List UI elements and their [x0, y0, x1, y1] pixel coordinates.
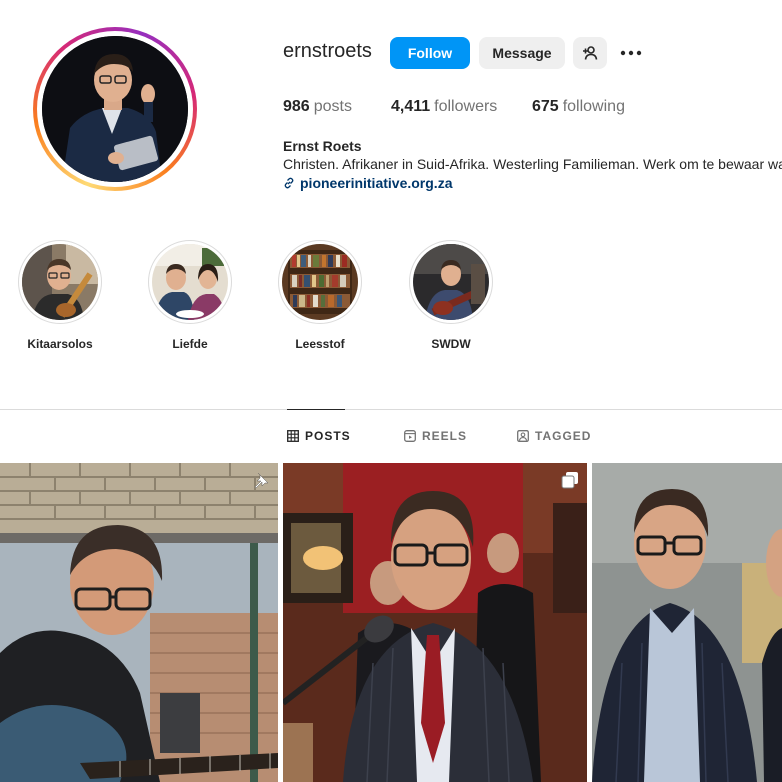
- avatar-inner: [37, 31, 193, 187]
- post-tile[interactable]: [592, 463, 782, 782]
- reels-icon: [404, 430, 416, 442]
- suggested-users-button[interactable]: [573, 37, 607, 69]
- profile-link[interactable]: pioneerinitiative.org.za: [283, 175, 452, 191]
- highlight-label: Kitaarsolos: [27, 337, 93, 351]
- highlight-image: [22, 244, 98, 320]
- tagged-icon: [517, 430, 529, 442]
- highlight-label: Liefde: [172, 337, 208, 351]
- tab-reels-label: REELS: [422, 429, 468, 443]
- pin-icon: [254, 472, 269, 489]
- follow-button[interactable]: Follow: [390, 37, 470, 69]
- tab-posts[interactable]: POSTS: [287, 429, 351, 443]
- highlight-cover: [278, 240, 362, 324]
- highlight-image: [413, 244, 489, 320]
- message-button[interactable]: Message: [479, 37, 565, 69]
- tab-tagged[interactable]: TAGGED: [517, 429, 591, 443]
- followers-count: 4,411: [391, 98, 431, 115]
- following-count: 675: [532, 98, 559, 115]
- following-label: following: [562, 98, 625, 115]
- followers-stat[interactable]: 4,411 followers: [391, 98, 497, 116]
- highlight-cover: [18, 240, 102, 324]
- more-icon: [620, 50, 642, 56]
- profile-link-text: pioneerinitiative.org.za: [300, 175, 453, 191]
- post-image: [592, 463, 782, 782]
- active-tab-indicator: [287, 409, 345, 410]
- highlight-label: Leesstof: [295, 337, 345, 351]
- highlight-cover: [148, 240, 232, 324]
- avatar-photo: [42, 36, 188, 182]
- profile-avatar[interactable]: [33, 27, 197, 191]
- profile-full-name: Ernst Roets: [283, 138, 362, 154]
- tab-tagged-label: TAGGED: [535, 429, 592, 443]
- highlight-label: SWDW: [431, 337, 471, 351]
- highlight-swdw[interactable]: SWDW: [409, 240, 493, 351]
- more-options-button[interactable]: [615, 37, 647, 69]
- posts-count: 986: [283, 98, 310, 115]
- tab-posts-label: POSTS: [305, 429, 351, 443]
- add-user-icon: [583, 46, 598, 60]
- post-image: [0, 463, 278, 782]
- post-tile[interactable]: [283, 463, 587, 782]
- link-icon: [284, 177, 294, 189]
- posts-label: posts: [313, 98, 352, 115]
- highlight-image: [152, 244, 228, 320]
- highlight-image: [282, 244, 358, 320]
- posts-stat: 986 posts: [283, 98, 352, 116]
- tab-reels[interactable]: REELS: [404, 429, 467, 443]
- highlight-cover: [409, 240, 493, 324]
- profile-username: ernstroets: [283, 40, 372, 62]
- post-image: [283, 463, 587, 782]
- profile-bio: Christen. Afrikaner in Suid-Afrika. West…: [283, 156, 782, 172]
- highlight-leesstof[interactable]: Leesstof: [278, 240, 362, 351]
- post-tile[interactable]: [0, 463, 278, 782]
- carousel-icon: [561, 472, 578, 489]
- tabs-divider: [0, 409, 782, 410]
- highlight-liefde[interactable]: Liefde: [148, 240, 232, 351]
- following-stat[interactable]: 675 following: [532, 98, 625, 116]
- grid-icon: [287, 430, 299, 442]
- followers-label: followers: [434, 98, 498, 115]
- highlight-kitaarsolos[interactable]: Kitaarsolos: [18, 240, 102, 351]
